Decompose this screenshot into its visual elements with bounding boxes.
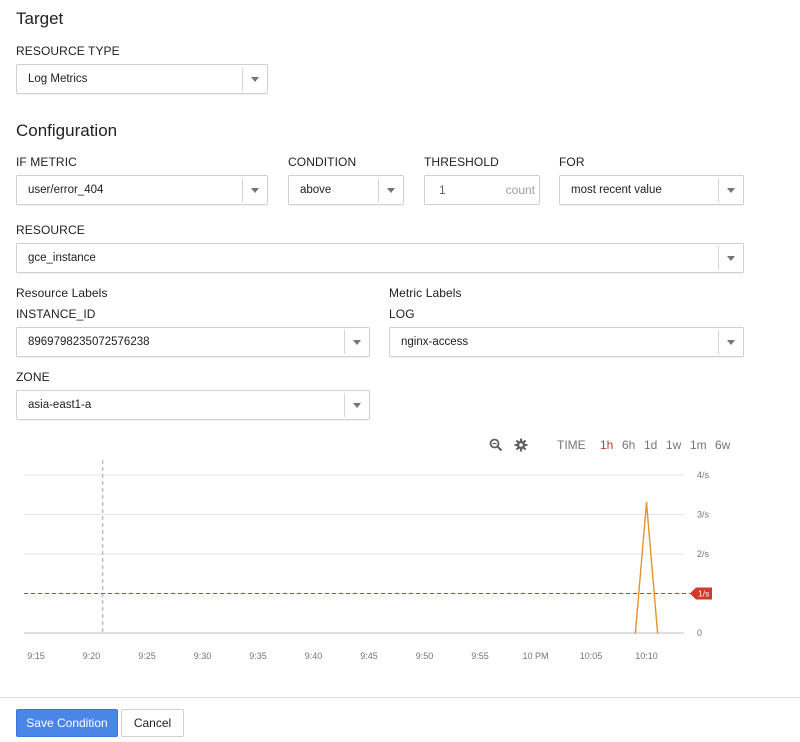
x-tick-label: 9:15 [27, 651, 45, 661]
chevron-down-icon[interactable] [243, 176, 267, 204]
time-label: TIME [557, 438, 586, 452]
chevron-down-icon[interactable] [719, 176, 743, 204]
log-value: nginx-access [401, 336, 469, 348]
x-tick-label: 9:25 [138, 651, 156, 661]
resource-select[interactable]: gce_instance [16, 243, 744, 273]
x-tick-label: 9:20 [83, 651, 101, 661]
x-tick-label: 9:45 [360, 651, 378, 661]
if-metric-label: IF METRIC [16, 155, 77, 169]
threshold-unit: count [505, 183, 535, 197]
condition-value: above [300, 184, 332, 196]
range-1h[interactable]: 1h [600, 438, 613, 452]
series-point [645, 501, 648, 504]
x-tick-label: 9:50 [416, 651, 434, 661]
threshold-value: 1 [439, 183, 446, 197]
zone-select[interactable]: asia-east1-a [16, 390, 370, 420]
footer-divider [0, 697, 800, 698]
x-tick-label: 10:10 [635, 651, 658, 661]
range-1m[interactable]: 1m [690, 438, 707, 452]
x-tick-label: 10:05 [580, 651, 603, 661]
log-label: LOG [389, 307, 415, 321]
x-tick-label: 9:40 [305, 651, 323, 661]
resource-labels-heading: Resource Labels [16, 286, 108, 300]
zone-label: ZONE [16, 370, 50, 384]
x-tick-label: 9:30 [194, 651, 212, 661]
if-metric-value: user/error_404 [28, 184, 104, 196]
cancel-button[interactable]: Cancel [121, 709, 184, 737]
for-select[interactable]: most recent value [559, 175, 744, 205]
y-tick-label: 4/s [697, 470, 710, 480]
chevron-down-icon[interactable] [345, 391, 369, 419]
metric-chart: 0 2/s 3/s 4/s 9:15 9:20 9:25 9:30 9:35 9:40 9:45 9:… [24, 460, 712, 661]
metric-labels-heading: Metric Labels [389, 286, 462, 300]
instance-id-value: 8969798235072576238 [28, 336, 150, 348]
series-point [656, 632, 659, 634]
x-tick-label: 9:55 [471, 651, 489, 661]
range-6w[interactable]: 6w [715, 438, 730, 452]
gear-icon[interactable] [514, 438, 528, 452]
resource-type-select[interactable]: Log Metrics [16, 64, 268, 94]
zoom-icon[interactable] [489, 438, 503, 452]
chevron-down-icon[interactable] [719, 244, 743, 272]
target-heading: Target [16, 9, 64, 28]
resource-type-value: Log Metrics [28, 73, 88, 85]
series-point [634, 632, 637, 634]
condition-select[interactable]: above [288, 175, 404, 205]
y-tick-label: 0 [697, 628, 702, 638]
range-6h[interactable]: 6h [622, 438, 635, 452]
if-metric-select[interactable]: user/error_404 [16, 175, 268, 205]
configuration-heading: Configuration [16, 121, 118, 140]
x-tick-label: 9:35 [249, 651, 267, 661]
threshold-badge-label: 1/s [698, 589, 709, 599]
save-condition-button[interactable]: Save Condition [16, 709, 118, 737]
log-select[interactable]: nginx-access [389, 327, 744, 357]
instance-id-select[interactable]: 8969798235072576238 [16, 327, 370, 357]
zone-value: asia-east1-a [28, 399, 92, 411]
y-tick-label: 2/s [697, 549, 710, 559]
range-1w[interactable]: 1w [666, 438, 681, 452]
chevron-down-icon[interactable] [719, 328, 743, 356]
condition-label: CONDITION [288, 155, 357, 169]
series-line [634, 502, 659, 634]
threshold-label: THRESHOLD [424, 155, 499, 169]
chevron-down-icon[interactable] [345, 328, 369, 356]
chevron-down-icon[interactable] [243, 65, 267, 93]
x-tick-label: 10 PM [522, 651, 548, 661]
for-value: most recent value [571, 184, 662, 196]
chevron-down-icon[interactable] [379, 176, 403, 204]
resource-value: gce_instance [28, 252, 96, 264]
threshold-input[interactable]: 1 count [424, 175, 540, 205]
range-1d[interactable]: 1d [644, 438, 657, 452]
instance-id-label: INSTANCE_ID [16, 307, 96, 321]
y-tick-label: 3/s [697, 510, 710, 520]
resource-label: RESOURCE [16, 223, 85, 237]
for-label: FOR [559, 155, 585, 169]
resource-type-label: RESOURCE TYPE [16, 44, 120, 58]
